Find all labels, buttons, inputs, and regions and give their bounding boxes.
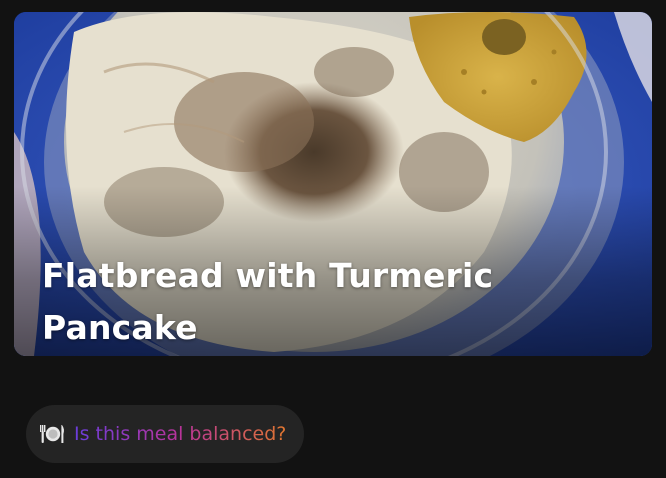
plate-cutlery-icon	[40, 425, 64, 443]
meal-photo-card[interactable]: Flatbread with Turmeric Pancake	[14, 12, 652, 356]
meal-balance-button[interactable]: Is this meal balanced?	[26, 405, 305, 463]
meal-title: Flatbread with Turmeric Pancake	[42, 256, 494, 347]
meal-screen: Flatbread with Turmeric Pancake Is this …	[0, 0, 666, 478]
meal-balance-label: Is this meal balanced?	[74, 423, 287, 445]
